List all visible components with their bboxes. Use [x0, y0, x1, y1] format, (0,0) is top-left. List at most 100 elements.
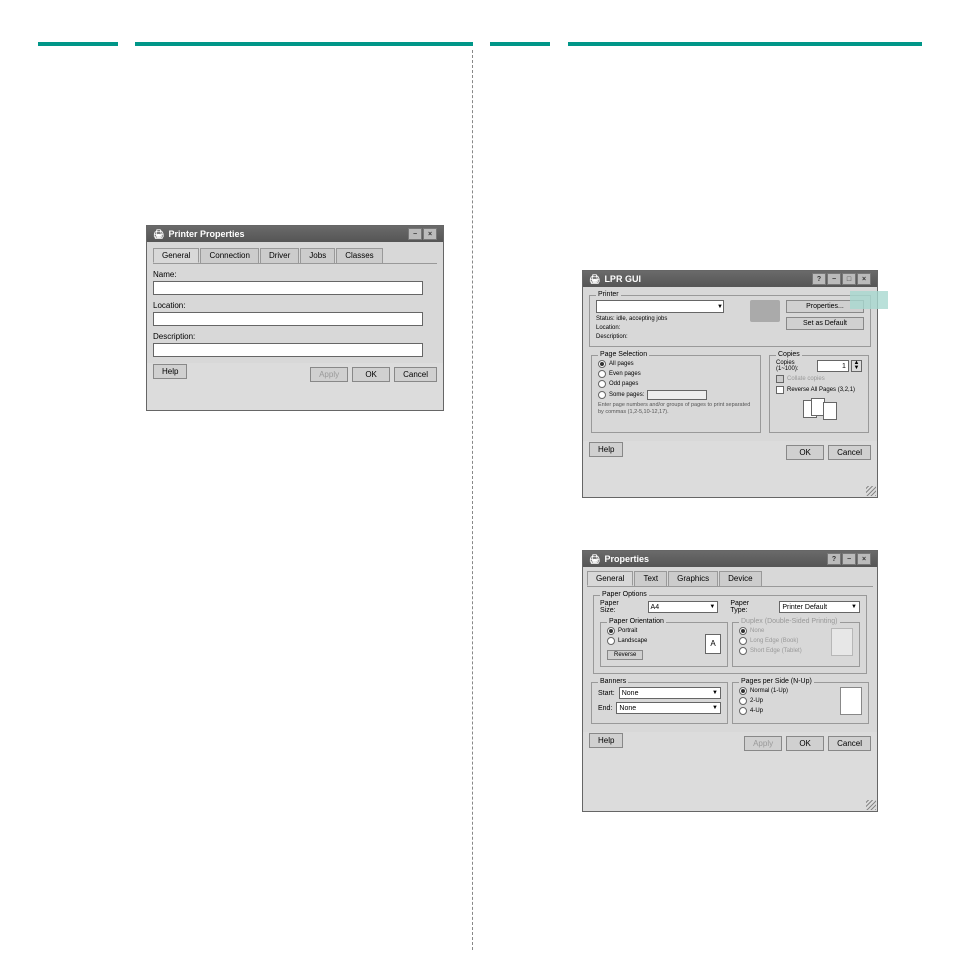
- printer-properties-dialog: 🖨 Printer Properties − × General Connect…: [146, 225, 444, 411]
- apply-button[interactable]: Apply: [310, 367, 348, 382]
- duplex-legend: Duplex (Double-Sided Printing): [739, 618, 840, 625]
- copies-input[interactable]: [817, 360, 849, 372]
- nup-4-radio[interactable]: [739, 707, 747, 715]
- tab-connection[interactable]: Connection: [200, 248, 258, 263]
- close-button[interactable]: ×: [423, 228, 437, 240]
- cancel-button[interactable]: Cancel: [828, 445, 871, 460]
- copies-legend: Copies: [776, 351, 802, 358]
- cancel-button[interactable]: Cancel: [828, 736, 871, 751]
- tab-device[interactable]: Device: [719, 571, 761, 586]
- paper-options-legend: Paper Options: [600, 591, 649, 598]
- help-button[interactable]: ?: [812, 273, 826, 285]
- location-field[interactable]: [153, 312, 423, 326]
- reverse-label: Reverse All Pages (3,2,1): [787, 387, 855, 393]
- dialog-titlebar: 🖨 Printer Properties − ×: [147, 226, 443, 242]
- paper-size-value: A4: [651, 604, 660, 611]
- nup-2-label: 2-Up: [750, 698, 763, 704]
- even-pages-radio[interactable]: [598, 370, 606, 378]
- help-button[interactable]: Help: [589, 733, 623, 748]
- cancel-button[interactable]: Cancel: [394, 367, 437, 382]
- landscape-label: Landscape: [618, 638, 647, 644]
- odd-pages-radio[interactable]: [598, 380, 606, 388]
- end-select[interactable]: None ▼: [616, 702, 721, 714]
- maximize-button[interactable]: □: [842, 273, 856, 285]
- section-accent: [568, 42, 922, 46]
- reverse-checkbox[interactable]: [776, 386, 784, 394]
- tab-driver[interactable]: Driver: [260, 248, 299, 263]
- minimize-button[interactable]: −: [842, 553, 856, 565]
- nup-1-radio[interactable]: [739, 687, 747, 695]
- end-value: None: [619, 705, 636, 712]
- all-pages-radio[interactable]: [598, 360, 606, 368]
- collate-checkbox: [776, 375, 784, 383]
- tab-general[interactable]: General: [153, 248, 199, 263]
- nup-legend: Pages per Side (N-Up): [739, 678, 814, 685]
- highlight-callout: [850, 291, 888, 309]
- help-button[interactable]: ?: [827, 553, 841, 565]
- section-accent: [38, 42, 118, 46]
- copies-spinner[interactable]: ▲▼: [851, 360, 862, 372]
- portrait-radio[interactable]: [607, 627, 615, 635]
- paper-type-label: Paper Type:: [730, 600, 767, 614]
- printer-legend: Printer: [596, 291, 621, 298]
- start-label: Start:: [598, 690, 615, 697]
- duplex-long-radio: [739, 637, 747, 645]
- all-pages-label: All pages: [609, 361, 634, 367]
- some-pages-radio[interactable]: [598, 391, 606, 399]
- ok-button[interactable]: OK: [786, 445, 824, 460]
- dialog-titlebar: 🖨 LPR GUI ? − □ ×: [583, 271, 877, 287]
- tab-classes[interactable]: Classes: [336, 248, 382, 263]
- nup-preview-icon: [840, 687, 862, 715]
- dialog-titlebar: 🖨 Properties ? − ×: [583, 551, 877, 567]
- odd-pages-label: Odd pages: [609, 381, 638, 387]
- ok-button[interactable]: OK: [352, 367, 390, 382]
- paper-type-select[interactable]: Printer Default▼: [779, 601, 860, 613]
- start-select[interactable]: None▼: [619, 687, 721, 699]
- nup-2-radio[interactable]: [739, 697, 747, 705]
- tabs: General Connection Driver Jobs Classes: [153, 248, 437, 264]
- resize-grip[interactable]: [866, 486, 876, 496]
- collate-icon: [799, 398, 839, 422]
- close-button[interactable]: ×: [857, 553, 871, 565]
- page-divider: [472, 50, 473, 950]
- printer-icon: 🖨: [589, 274, 600, 285]
- description-field[interactable]: [153, 343, 423, 357]
- chevron-down-icon: ▼: [712, 705, 718, 711]
- tab-graphics[interactable]: Graphics: [668, 571, 718, 586]
- reverse-toggle[interactable]: Reverse: [607, 650, 643, 660]
- apply-button[interactable]: Apply: [744, 736, 782, 751]
- paper-size-label: Paper Size:: [600, 600, 636, 614]
- ok-button[interactable]: OK: [786, 736, 824, 751]
- tab-jobs[interactable]: Jobs: [300, 248, 335, 263]
- close-button[interactable]: ×: [857, 273, 871, 285]
- duplex-long-label: Long Edge (Book): [750, 638, 798, 644]
- chevron-down-icon: ▼: [717, 304, 723, 310]
- dialog-title-text: Printer Properties: [168, 229, 244, 239]
- collate-label: Collate copies: [787, 376, 825, 382]
- printer-icon: 🖨: [153, 229, 164, 240]
- portrait-label: Portrait: [618, 628, 637, 634]
- help-button[interactable]: Help: [589, 442, 623, 457]
- tab-general[interactable]: General: [587, 571, 633, 586]
- some-pages-label: Some pages:: [609, 392, 644, 398]
- chevron-down-icon: ▼: [709, 604, 715, 610]
- chevron-down-icon: ▼: [712, 690, 718, 696]
- printer-select[interactable]: ▼: [596, 300, 724, 313]
- minimize-button[interactable]: −: [827, 273, 841, 285]
- landscape-radio[interactable]: [607, 637, 615, 645]
- end-label: End:: [598, 705, 612, 712]
- duplex-none-label: None: [750, 628, 764, 634]
- chevron-down-icon: ▼: [851, 604, 857, 610]
- name-field[interactable]: [153, 281, 423, 295]
- resize-grip[interactable]: [866, 800, 876, 810]
- duplex-short-radio: [739, 647, 747, 655]
- dialog-title-text: LPR GUI: [604, 274, 641, 284]
- paper-size-select[interactable]: A4 ▼: [648, 601, 719, 613]
- set-default-button[interactable]: Set as Default: [786, 317, 864, 330]
- duplex-preview-icon: [831, 628, 853, 656]
- minimize-button[interactable]: −: [408, 228, 422, 240]
- tab-text[interactable]: Text: [634, 571, 667, 586]
- some-pages-input[interactable]: [647, 390, 707, 400]
- section-accent: [135, 42, 473, 46]
- help-button[interactable]: Help: [153, 364, 187, 379]
